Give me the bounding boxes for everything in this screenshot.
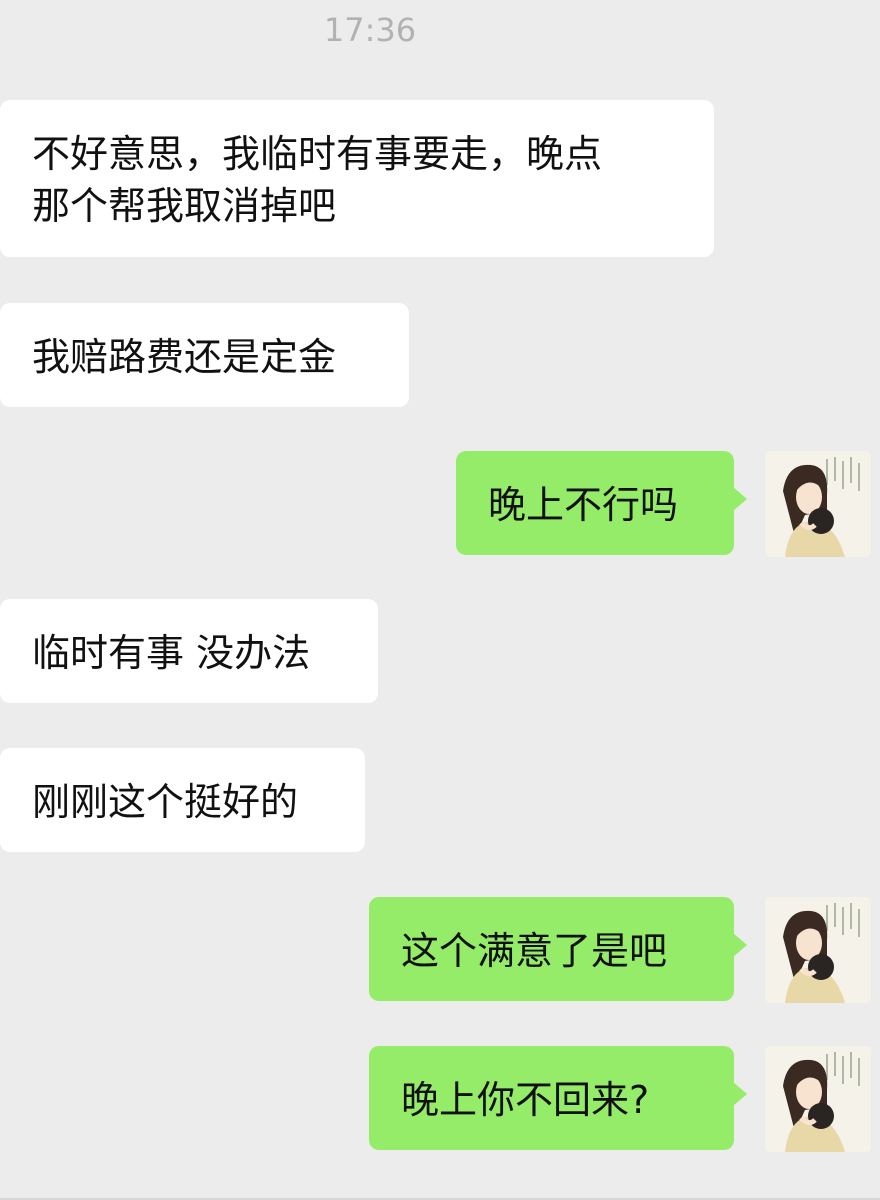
message-bubble-incoming[interactable]: 临时有事 没办法 (0, 599, 378, 703)
message-text: 晚上不行吗 (488, 483, 679, 527)
message-text: 临时有事 没办法 (32, 631, 311, 675)
message-text: 我赔路费还是定金 (32, 335, 337, 379)
user-avatar-icon[interactable] (765, 897, 871, 1003)
message-text: 刚刚这个挺好的 (32, 780, 299, 824)
message-timestamp: 17:36 (323, 11, 417, 49)
message-text-line: 不好意思，我临时有事要走，晚点 (32, 132, 603, 176)
message-bubble-incoming[interactable]: 不好意思，我临时有事要走，晚点 那个帮我取消掉吧 (0, 100, 714, 257)
message-bubble-incoming[interactable]: 我赔路费还是定金 (0, 303, 409, 407)
message-text: 晚上你不回来? (401, 1078, 650, 1122)
message-bubble-outgoing[interactable]: 晚上你不回来? (369, 1046, 747, 1150)
user-avatar-icon[interactable] (765, 1046, 871, 1152)
message-text: 这个满意了是吧 (401, 929, 668, 973)
user-avatar-icon (765, 1046, 871, 1152)
user-avatar-icon (765, 451, 871, 557)
message-bubble-incoming[interactable]: 刚刚这个挺好的 (0, 748, 365, 852)
user-avatar-icon (765, 897, 871, 1003)
message-bubble-outgoing[interactable]: 晚上不行吗 (456, 451, 747, 555)
user-avatar-icon[interactable] (765, 451, 871, 557)
message-text-line: 那个帮我取消掉吧 (32, 184, 337, 228)
message-bubble-outgoing[interactable]: 这个满意了是吧 (369, 897, 747, 1001)
